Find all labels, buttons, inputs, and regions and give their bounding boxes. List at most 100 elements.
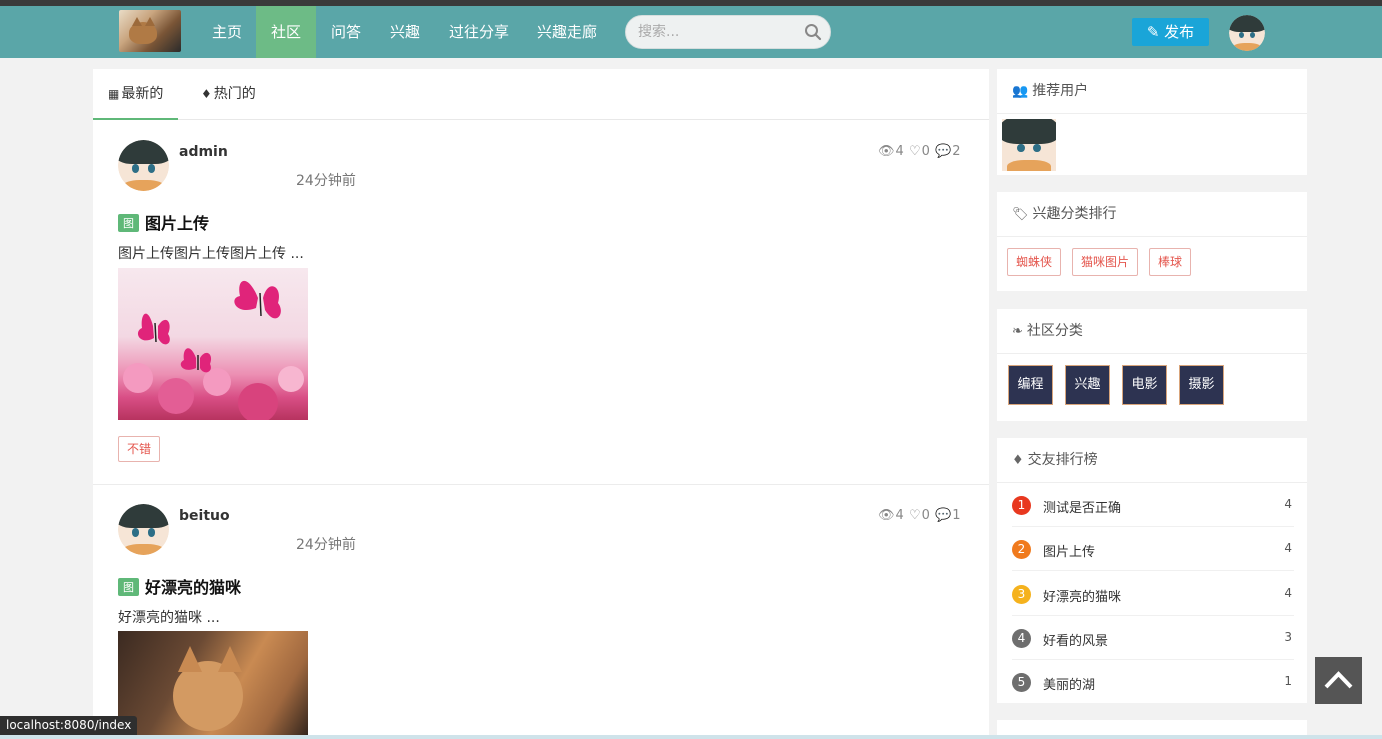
category-button[interactable]: 电影 bbox=[1122, 365, 1167, 405]
post-title[interactable]: 图图片上传 bbox=[118, 210, 209, 234]
category-button[interactable]: 摄影 bbox=[1179, 365, 1224, 405]
post-image-butterflies[interactable] bbox=[118, 268, 308, 420]
tab-latest-label: 最新的 bbox=[121, 86, 164, 102]
category-button[interactable]: 兴趣 bbox=[1065, 365, 1110, 405]
newspaper-icon: ▦ bbox=[108, 87, 120, 101]
nav-item-home[interactable]: 主页 bbox=[197, 6, 257, 58]
rank-count: 4 bbox=[1284, 541, 1292, 556]
rank-title[interactable]: 美丽的湖 bbox=[1043, 674, 1095, 693]
eye-icon: 👁 bbox=[878, 144, 895, 159]
comment-count: 1 bbox=[952, 508, 961, 523]
fire-icon: ♦ bbox=[1012, 453, 1024, 468]
search-box bbox=[625, 15, 831, 49]
rank-number-badge: 2 bbox=[1012, 540, 1031, 560]
search-input[interactable] bbox=[638, 22, 798, 42]
post-excerpt: 图片上传图片上传图片上传 ... bbox=[118, 246, 304, 262]
heart-icon[interactable]: ♡ bbox=[909, 144, 921, 159]
post-tag-button[interactable]: 不错 bbox=[118, 436, 161, 462]
rank-number-badge: 4 bbox=[1012, 628, 1031, 648]
recommended-user-avatar[interactable] bbox=[1002, 119, 1056, 171]
post-author-name[interactable]: beituo bbox=[179, 508, 230, 524]
panel-header: ♦ 交友排行榜 bbox=[997, 438, 1307, 483]
rank-title[interactable]: 图片上传 bbox=[1043, 541, 1095, 560]
post-image-kitten[interactable] bbox=[118, 631, 308, 739]
nav-item-interest[interactable]: 兴趣 bbox=[375, 6, 435, 58]
post-tabs: ▦ 最新的 ♦ 热门的 bbox=[93, 69, 989, 120]
post-time: 24分钟前 bbox=[296, 173, 356, 189]
rank-title[interactable]: 好看的风景 bbox=[1043, 630, 1108, 649]
nav-item-past-shares[interactable]: 过往分享 bbox=[434, 6, 524, 58]
interest-ranking-panel: 🏷 兴趣分类排行 蜘蛛侠 猫咪图片 棒球 bbox=[997, 192, 1307, 291]
ranking-row[interactable]: 5 美丽的湖 1 bbox=[1012, 660, 1294, 704]
tags-icon: 🏷 bbox=[1012, 207, 1029, 222]
rank-count: 3 bbox=[1284, 629, 1292, 644]
ranking-row[interactable]: 4 好看的风景 3 bbox=[1012, 616, 1294, 660]
nav-item-interest-gallery[interactable]: 兴趣走廊 bbox=[522, 6, 612, 58]
view-count: 4 bbox=[895, 144, 904, 159]
butterfly-illustration bbox=[137, 280, 281, 373]
panel-title: 推荐用户 bbox=[1032, 83, 1089, 99]
community-categories-panel: ❧ 社区分类 编程 兴趣 电影 摄影 bbox=[997, 309, 1307, 421]
post-time: 24分钟前 bbox=[296, 537, 356, 553]
heart-icon[interactable]: ♡ bbox=[909, 508, 921, 523]
chevron-up-icon bbox=[1324, 671, 1353, 689]
users-icon: 👥 bbox=[1012, 84, 1029, 99]
rank-number-badge: 1 bbox=[1012, 496, 1031, 515]
nav-item-community[interactable]: 社区 bbox=[256, 6, 317, 58]
tab-hot-label: 热门的 bbox=[213, 86, 256, 102]
tab-hot[interactable]: ♦ 热门的 bbox=[186, 69, 271, 120]
category-button[interactable]: 编程 bbox=[1008, 365, 1053, 405]
comment-count: 2 bbox=[952, 144, 961, 159]
rank-title[interactable]: 好漂亮的猫咪 bbox=[1043, 586, 1121, 605]
panel-title: 兴趣分类排行 bbox=[1032, 206, 1117, 222]
rank-number-badge: 5 bbox=[1012, 673, 1031, 693]
comment-icon[interactable]: 💬 bbox=[935, 144, 951, 159]
post-list-card: ▦ 最新的 ♦ 热门的 admin 24分钟前 👁4 ♡0 💬2 图图片上传 图片上… bbox=[93, 69, 989, 739]
publish-button[interactable]: ✎ 发布 bbox=[1132, 18, 1209, 46]
panel-header: ❧ 社区分类 bbox=[997, 309, 1307, 354]
rank-count: 4 bbox=[1284, 585, 1292, 600]
image-badge: 图 bbox=[118, 214, 139, 232]
bottom-strip bbox=[0, 735, 1382, 739]
post-title[interactable]: 图好漂亮的猫咪 bbox=[118, 574, 241, 598]
status-bar-url: localhost:8080/index bbox=[0, 716, 138, 735]
ranking-row[interactable]: 2 图片上传 4 bbox=[1012, 527, 1294, 572]
ranking-row[interactable]: 1 测试是否正确 4 bbox=[1012, 483, 1294, 527]
interest-tag[interactable]: 猫咪图片 bbox=[1072, 248, 1139, 276]
friends-ranking-panel: ♦ 交友排行榜 1 测试是否正确 4 2 图片上传 4 3 好漂亮的猫咪 4 4 好看的风景 3 5 美丽的… bbox=[997, 438, 1307, 703]
search-icon[interactable] bbox=[804, 23, 822, 41]
like-count: 0 bbox=[921, 508, 930, 523]
post-excerpt: 好漂亮的猫咪 ... bbox=[118, 610, 220, 626]
panel-title: 交友排行榜 bbox=[1027, 452, 1098, 468]
view-count: 4 bbox=[895, 508, 904, 523]
eye-icon: 👁 bbox=[878, 508, 895, 523]
image-badge: 图 bbox=[118, 578, 139, 596]
post-author-avatar[interactable] bbox=[118, 140, 169, 191]
rank-number-badge: 3 bbox=[1012, 584, 1031, 604]
back-to-top-button[interactable] bbox=[1315, 657, 1362, 704]
interest-tag[interactable]: 棒球 bbox=[1149, 248, 1192, 276]
publish-label: 发布 bbox=[1164, 23, 1195, 41]
comment-icon[interactable]: 💬 bbox=[935, 508, 951, 523]
post-author-avatar[interactable] bbox=[118, 504, 169, 555]
nav-item-qa[interactable]: 问答 bbox=[316, 6, 376, 58]
like-count: 0 bbox=[921, 144, 930, 159]
rank-title[interactable]: 测试是否正确 bbox=[1043, 497, 1121, 516]
interest-tag[interactable]: 蜘蛛侠 bbox=[1007, 248, 1062, 276]
post-stats: 👁4 ♡0 💬2 bbox=[878, 144, 961, 159]
user-avatar[interactable] bbox=[1229, 15, 1265, 51]
leaf-icon: ❧ bbox=[1012, 324, 1023, 339]
post-author-name[interactable]: admin bbox=[179, 144, 228, 160]
ranking-row[interactable]: 3 好漂亮的猫咪 4 bbox=[1012, 572, 1294, 616]
post-stats: 👁4 ♡0 💬1 bbox=[878, 508, 961, 523]
site-logo[interactable] bbox=[119, 10, 181, 52]
post-title-text: 好漂亮的猫咪 bbox=[145, 578, 242, 597]
post-divider bbox=[93, 484, 989, 485]
recommended-users-panel: 👥 推荐用户 bbox=[997, 69, 1307, 175]
rank-count: 1 bbox=[1284, 674, 1292, 689]
pencil-icon: ✎ bbox=[1146, 23, 1160, 41]
fire-icon: ♦ bbox=[201, 87, 212, 101]
navbar: 主页 社区 问答 兴趣 过往分享 兴趣走廊 ✎ 发布 bbox=[0, 6, 1382, 58]
panel-header: 👥 推荐用户 bbox=[997, 69, 1307, 114]
tab-latest[interactable]: ▦ 最新的 bbox=[93, 69, 179, 120]
